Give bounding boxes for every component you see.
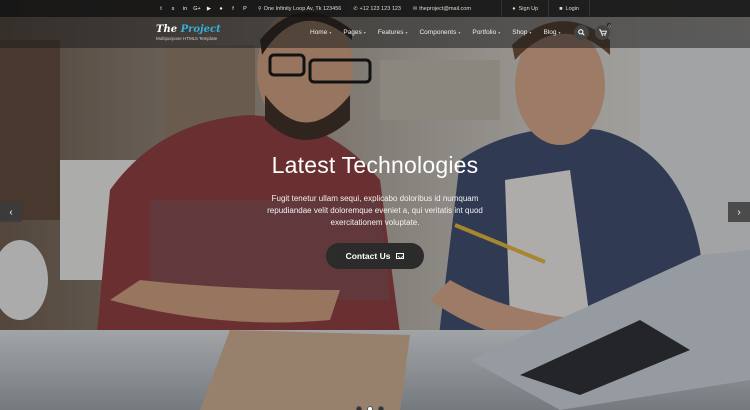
slider-dot[interactable] bbox=[356, 406, 362, 410]
chevron-left-icon: ‹ bbox=[9, 206, 13, 218]
menu-item-shop[interactable]: Shop ▾ bbox=[506, 29, 537, 36]
cart-icon bbox=[598, 29, 607, 36]
envelope-icon: ✉ bbox=[413, 5, 418, 12]
flickr-icon[interactable]: ● bbox=[218, 6, 224, 12]
chevron-down-icon: ▾ bbox=[329, 30, 332, 35]
youtube-icon[interactable]: ▶ bbox=[206, 6, 212, 12]
chevron-down-icon: ▾ bbox=[458, 30, 461, 35]
facebook-icon[interactable]: f bbox=[230, 6, 236, 12]
search-icon bbox=[578, 29, 586, 36]
brand[interactable]: The Project Multipurpose HTML5 Template bbox=[156, 23, 246, 41]
contact-us-label: Contact Us bbox=[345, 251, 391, 261]
social-links: t s in G+ ▶ ● f P bbox=[158, 6, 248, 12]
cart-button[interactable]: 0 bbox=[595, 22, 613, 40]
skype-icon[interactable]: s bbox=[170, 6, 176, 12]
login-label: Login bbox=[565, 5, 579, 12]
hero-caption: Latest Technologies Fugit tenetur ullam … bbox=[0, 152, 750, 229]
phone-text: +12 123 123 123 bbox=[359, 5, 401, 12]
logo-part1: The bbox=[156, 23, 181, 35]
menu-item-blog[interactable]: Blog ▾ bbox=[537, 29, 566, 36]
slider-dot[interactable] bbox=[367, 406, 373, 410]
menu-item-label: Home bbox=[310, 29, 328, 36]
search-button[interactable] bbox=[574, 25, 590, 40]
menu-item-home[interactable]: Home ▾ bbox=[304, 29, 337, 36]
hero-title: Latest Technologies bbox=[271, 152, 479, 178]
nav-icons: 0 bbox=[574, 22, 613, 40]
login-button[interactable]: ■ Login bbox=[548, 0, 590, 17]
hero-text: Fugit tenetur ullam sequi, explicabo dol… bbox=[267, 194, 483, 227]
menu-item-pages[interactable]: Pages ▾ bbox=[337, 29, 371, 36]
phone-info: ✆ +12 123 123 123 bbox=[353, 6, 401, 12]
lock-icon: ■ bbox=[559, 5, 563, 12]
logo-tagline: Multipurpose HTML5 Template bbox=[156, 35, 218, 41]
chevron-down-icon: ▾ bbox=[363, 30, 366, 35]
slider-dot[interactable] bbox=[378, 406, 384, 410]
chevron-down-icon: ▾ bbox=[498, 30, 501, 35]
slider-dots bbox=[356, 406, 384, 410]
email-info[interactable]: ✉ theproject@mail.com bbox=[413, 6, 471, 12]
email-text[interactable]: theproject@mail.com bbox=[419, 6, 471, 12]
chevron-down-icon: ▾ bbox=[405, 30, 408, 35]
chevron-down-icon: ▾ bbox=[558, 30, 561, 35]
phone-icon: ✆ bbox=[353, 5, 358, 12]
prev-slide-button[interactable]: ‹ bbox=[0, 202, 22, 222]
top-bar: t s in G+ ▶ ● f P ⚲ One Infinity Loop Av… bbox=[0, 0, 750, 17]
linkedin-icon[interactable]: in bbox=[182, 6, 188, 12]
user-icon: ● bbox=[512, 5, 516, 12]
next-slide-button[interactable]: › bbox=[728, 202, 750, 222]
contact-info: ⚲ One Infinity Loop Av, Tk 123456 ✆ +12 … bbox=[258, 6, 471, 12]
menu-item-label: Blog bbox=[543, 29, 557, 36]
auth-links: ● Sign Up ■ Login bbox=[501, 0, 590, 17]
menu-item-features[interactable]: Features ▾ bbox=[372, 29, 414, 36]
menu-item-components[interactable]: Components ▾ bbox=[413, 29, 466, 36]
menu-item-label: Shop bbox=[512, 29, 528, 36]
logo-part2: Project bbox=[180, 23, 221, 35]
contact-us-button[interactable]: Contact Us bbox=[326, 243, 424, 269]
signup-label: Sign Up bbox=[518, 5, 539, 12]
googleplus-icon[interactable]: G+ bbox=[193, 6, 201, 12]
envelope-icon bbox=[396, 253, 405, 259]
menu-item-label: Features bbox=[377, 29, 404, 36]
address-text: One Infinity Loop Av, Tk 123456 bbox=[263, 5, 342, 12]
logo[interactable]: The Project bbox=[156, 23, 246, 35]
map-marker-icon: ⚲ bbox=[258, 5, 262, 12]
menu-item-label: Pages bbox=[343, 29, 362, 36]
main-menu: Home ▾ Pages ▾ Features ▾ Components ▾ Portf… bbox=[304, 29, 566, 36]
twitter-icon[interactable]: t bbox=[158, 6, 164, 12]
chevron-right-icon: › bbox=[737, 206, 741, 218]
address-info: ⚲ One Infinity Loop Av, Tk 123456 bbox=[258, 6, 341, 12]
signup-button[interactable]: ● Sign Up bbox=[501, 0, 548, 17]
cart-count-badge: 0 bbox=[606, 22, 613, 28]
chevron-down-icon: ▾ bbox=[529, 30, 532, 35]
main-navbar: The Project Multipurpose HTML5 Template … bbox=[0, 17, 750, 48]
menu-item-label: Portfolio bbox=[472, 29, 497, 36]
menu-item-portfolio[interactable]: Portfolio ▾ bbox=[466, 29, 506, 36]
menu-item-label: Components bbox=[419, 29, 457, 36]
pinterest-icon[interactable]: P bbox=[242, 6, 248, 12]
